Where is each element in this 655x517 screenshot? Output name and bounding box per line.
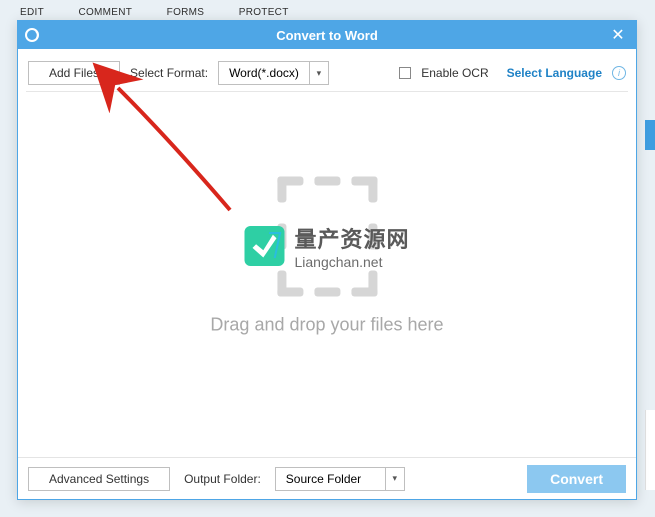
- info-icon[interactable]: i: [612, 66, 626, 80]
- background-app-menu: EDIT COMMENT FORMS PROTECT: [0, 0, 655, 20]
- convert-button[interactable]: Convert: [527, 465, 626, 493]
- file-outline-icon: [277, 177, 377, 297]
- format-select-value: Word(*.docx): [218, 61, 309, 85]
- output-folder-select[interactable]: Source Folder ▾: [275, 467, 405, 491]
- drop-placeholder: Drag and drop your files here: [210, 177, 443, 336]
- output-folder-label: Output Folder:: [184, 472, 261, 486]
- background-panel-sliver: [645, 410, 655, 490]
- advanced-settings-button[interactable]: Advanced Settings: [28, 467, 170, 491]
- select-language-link[interactable]: Select Language: [507, 66, 602, 80]
- chevron-down-icon[interactable]: ▾: [309, 61, 329, 85]
- background-ribbon-sliver: [645, 120, 655, 150]
- select-format-label: Select Format:: [130, 66, 208, 80]
- bg-menu-item: FORMS: [167, 7, 205, 18]
- close-button[interactable]: ✕: [600, 21, 636, 49]
- add-files-button[interactable]: Add Files: [28, 61, 120, 85]
- titlebar: Convert to Word ✕: [18, 21, 636, 49]
- convert-to-word-dialog: Convert to Word ✕ Add Files Select Forma…: [17, 20, 637, 500]
- format-select[interactable]: Word(*.docx) ▾: [218, 61, 329, 85]
- app-logo-icon: [18, 27, 46, 43]
- bg-menu-item: PROTECT: [239, 7, 289, 18]
- drop-hint-text: Drag and drop your files here: [210, 315, 443, 336]
- enable-ocr-checkbox[interactable]: [399, 67, 411, 79]
- bg-menu-item: EDIT: [20, 7, 44, 18]
- file-drop-area[interactable]: Drag and drop your files here 量产资源网 Lian…: [26, 91, 628, 449]
- top-toolbar: Add Files Select Format: Word(*.docx) ▾ …: [18, 55, 636, 91]
- dialog-title: Convert to Word: [18, 28, 636, 43]
- bg-menu-item: COMMENT: [78, 7, 132, 18]
- output-folder-value: Source Folder: [275, 467, 385, 491]
- chevron-down-icon[interactable]: ▾: [385, 467, 405, 491]
- enable-ocr-label: Enable OCR: [421, 66, 488, 80]
- bottom-toolbar: Advanced Settings Output Folder: Source …: [18, 457, 636, 499]
